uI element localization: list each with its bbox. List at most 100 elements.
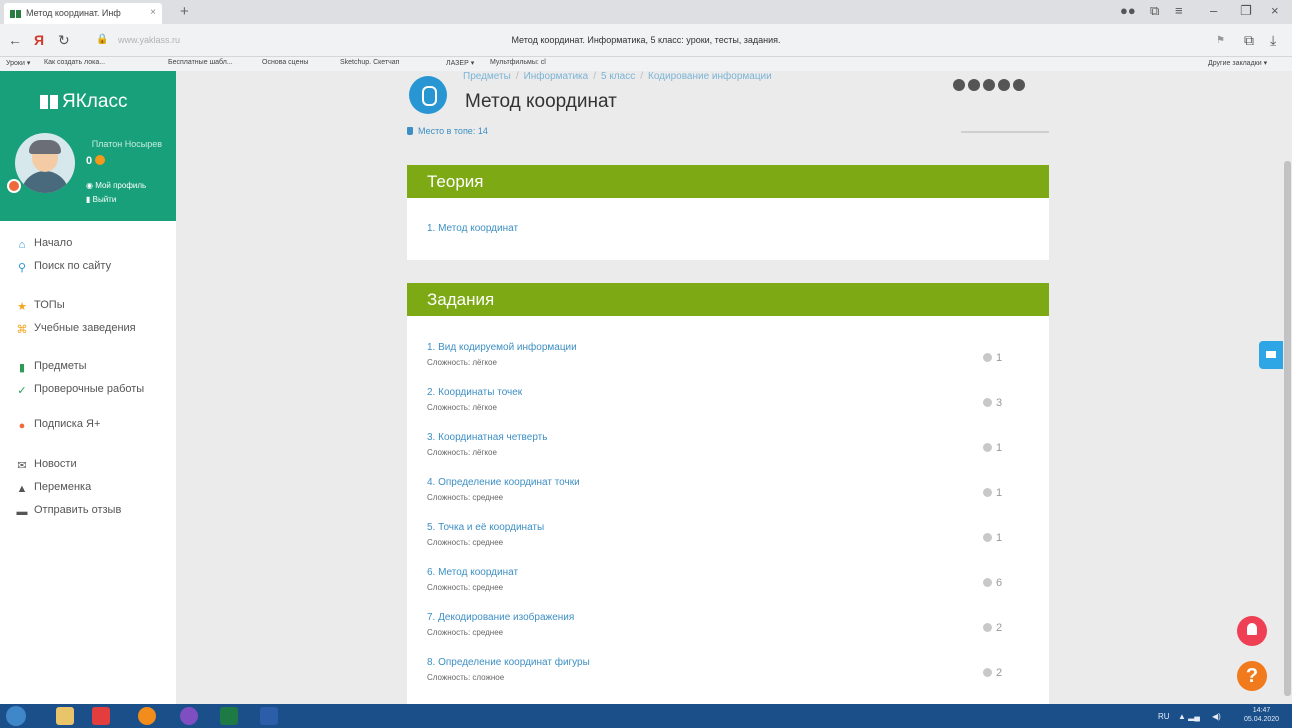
close-window-icon[interactable]: × [1271, 3, 1279, 18]
task-item[interactable]: 6. Метод координат Сложность: среднее 6 [427, 567, 1027, 603]
theory-panel: Теория 1. Метод координат [407, 165, 1049, 260]
feedback-mail-button[interactable] [1259, 341, 1283, 369]
sidebar-item-home[interactable]: ⌂ Начало [16, 237, 73, 251]
other-bookmarks[interactable]: Другие закладки ▾ [1208, 59, 1267, 67]
breadcrumb-item[interactable]: Кодирование информации [648, 71, 772, 82]
network-icon[interactable]: ▲ ▂▄ [1178, 712, 1200, 721]
task-title[interactable]: 8. Определение координат фигуры [427, 657, 590, 668]
volume-icon[interactable]: ◀) [1212, 712, 1221, 721]
top-rank[interactable]: Место в топе: 14 [407, 126, 488, 136]
task-title[interactable]: 3. Координатная четверть [427, 432, 547, 443]
sidebar-item-tests[interactable]: ✓ Проверочные работы [16, 383, 144, 397]
puzzle-icon [983, 353, 992, 362]
new-tab-button[interactable]: + [180, 3, 189, 20]
user-name[interactable]: Платон Носырев [92, 139, 162, 149]
task-item[interactable]: 5. Точка и её координаты Сложность: сред… [427, 522, 1027, 558]
puzzle-icon [983, 623, 992, 632]
task-item[interactable]: 1. Вид кодируемой информации Сложность: … [427, 342, 1027, 378]
yaklass-logo[interactable]: ЯКласс [40, 91, 127, 113]
task-title[interactable]: 1. Вид кодируемой информации [427, 342, 577, 353]
task-count-value: 6 [996, 577, 1003, 589]
sidebar-item-break[interactable]: ▲ Переменка [16, 481, 92, 495]
breadcrumb-separator: / [593, 71, 596, 82]
sidebar-item-subscription[interactable]: ● Подписка Я+ [16, 418, 101, 432]
avatar[interactable] [15, 133, 75, 193]
task-count: 6 [983, 577, 1002, 589]
help-button[interactable]: ? [1237, 661, 1267, 691]
chrome-icon[interactable] [138, 707, 156, 725]
word-icon[interactable] [260, 707, 278, 725]
task-item[interactable]: 4. Определение координат точки Сложность… [427, 477, 1027, 513]
sidebar-item-news[interactable]: ✉ Новости [16, 458, 76, 472]
logout-link[interactable]: ▮ Выйти [86, 195, 116, 204]
collections-icon[interactable]: ⧉ [1150, 3, 1159, 19]
bookmark-flag-icon[interactable]: ⚑ [1216, 35, 1225, 46]
sidebar-item-tops[interactable]: ★ ТОПы [16, 299, 65, 313]
puzzle-icon [983, 488, 992, 497]
extensions-icon[interactable]: ●● [1120, 3, 1136, 18]
file-explorer-icon[interactable] [56, 707, 74, 725]
page-area: ЯКласс Платон Носырев 0 ◉ Мой профиль ▮ … [0, 71, 1292, 704]
bookmark-item[interactable]: ЛАЗЕР ▾ [446, 59, 474, 67]
vkontakte-icon[interactable] [1013, 79, 1025, 91]
puzzle-icon [983, 668, 992, 677]
task-title[interactable]: 2. Координаты точек [427, 387, 522, 398]
sidebar-item-label: Начало [34, 237, 73, 249]
theory-link[interactable]: 1. Метод координат [427, 223, 518, 234]
task-count-value: 2 [996, 622, 1003, 634]
logout-link-label: Выйти [92, 195, 117, 204]
clock[interactable]: 14:47 05.04.2020 [1244, 706, 1279, 724]
bookmark-item[interactable]: Основа сцены [262, 59, 308, 66]
minimize-icon[interactable]: – [1210, 3, 1217, 18]
menu-icon[interactable]: ≡ [1175, 3, 1183, 18]
breadcrumb-item[interactable]: Информатика [524, 71, 589, 82]
task-title[interactable]: 6. Метод координат [427, 567, 518, 578]
sidebar-item-feedback[interactable]: ▬ Отправить отзыв [16, 504, 122, 518]
sidebar-item-schools[interactable]: ⌘ Учебные заведения [16, 322, 136, 336]
twitter-icon[interactable] [998, 79, 1010, 91]
puzzle-icon [983, 398, 992, 407]
yandex-browser-icon[interactable] [92, 707, 110, 725]
check-icon: ✓ [17, 385, 27, 397]
browser-tab[interactable]: Метод координат. Инф × [4, 3, 162, 24]
facebook-icon[interactable] [953, 79, 965, 91]
tab-close-icon[interactable]: × [150, 7, 156, 18]
home-icon: ⌂ [18, 239, 26, 251]
bookmark-item[interactable]: Уроки ▾ [6, 59, 30, 67]
task-count: 2 [983, 622, 1002, 634]
bookmark-item[interactable]: Бесплатные шабл... [168, 59, 233, 66]
task-item[interactable]: 2. Координаты точек Сложность: лёгкое 3 [427, 387, 1027, 423]
task-item[interactable]: 3. Координатная четверть Сложность: лёгк… [427, 432, 1027, 468]
task-title[interactable]: 4. Определение координат точки [427, 477, 580, 488]
task-title[interactable]: 5. Точка и её координаты [427, 522, 544, 533]
excel-icon[interactable] [220, 707, 238, 725]
bookmark-item[interactable]: Мультфильмы: сl [490, 59, 546, 66]
page-scrollbar[interactable] [1283, 71, 1292, 704]
sidebar: ЯКласс Платон Носырев 0 ◉ Мой профиль ▮ … [0, 71, 176, 704]
translate-icon[interactable]: ⧉ [1244, 32, 1254, 49]
start-button-icon[interactable] [6, 706, 26, 726]
task-difficulty: Сложность: среднее [427, 493, 504, 502]
download-icon[interactable]: ⤓ [1270, 32, 1276, 49]
scrollbar-thumb[interactable] [1284, 161, 1291, 696]
breadcrumb-item[interactable]: Предметы [463, 71, 511, 82]
ok-icon[interactable] [968, 79, 980, 91]
page-title: Метод координат [465, 91, 617, 112]
task-item[interactable]: 8. Определение координат фигуры Сложност… [427, 657, 1027, 693]
bookmark-item[interactable]: Sketchup. Скетчап [340, 59, 399, 66]
sidebar-item-subjects[interactable]: ▮ Предметы [16, 360, 87, 374]
profile-link[interactable]: ◉ Мой профиль [86, 181, 146, 190]
notifications-bell-button[interactable] [1237, 616, 1267, 646]
viber-icon[interactable] [180, 707, 198, 725]
task-title[interactable]: 7. Декодирование изображения [427, 612, 574, 623]
breadcrumb-item[interactable]: 5 класс [601, 71, 635, 82]
vk-icon[interactable] [983, 79, 995, 91]
star-icon: ★ [17, 301, 27, 313]
task-item[interactable]: 7. Декодирование изображения Сложность: … [427, 612, 1027, 648]
sidebar-item-search[interactable]: ⚲ Поиск по сайту [16, 260, 111, 274]
task-count: 1 [983, 487, 1002, 499]
search-icon: ⚲ [17, 262, 27, 274]
bookmark-item[interactable]: Как создать лока... [44, 59, 105, 66]
restore-icon[interactable]: ❐ [1240, 3, 1252, 19]
language-indicator[interactable]: RU [1158, 712, 1170, 721]
